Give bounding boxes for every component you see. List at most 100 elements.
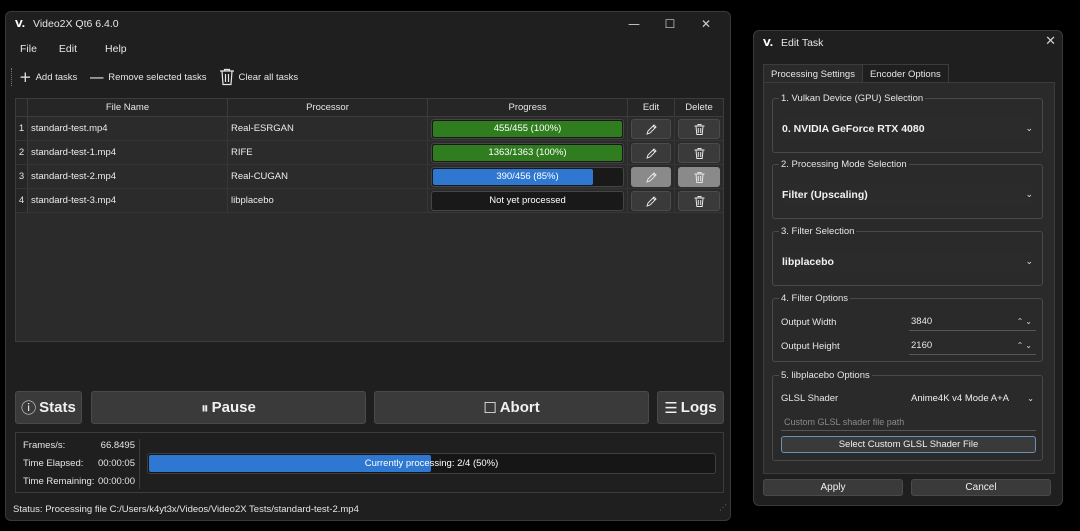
toolbar-grip[interactable] [11, 68, 13, 86]
elapsed-label: Time Elapsed: [23, 458, 84, 469]
file-name-cell[interactable]: standard-test-3.mp4 [28, 189, 228, 212]
custom-shader-path-input[interactable]: Custom GLSL shader file path [781, 413, 1036, 431]
menu-help[interactable]: Help [105, 40, 127, 60]
stats-button[interactable]: ⓘ Stats [15, 391, 82, 424]
dialog-close-button[interactable]: ✕ [1045, 34, 1056, 49]
table-row[interactable]: 4 standard-test-3.mp4 libplacebo Not yet… [16, 189, 723, 213]
file-name-cell[interactable]: standard-test-2.mp4 [28, 165, 228, 188]
processor-cell[interactable]: Real-ESRGAN [228, 117, 428, 140]
table-row[interactable]: 3 standard-test-2.mp4 Real-CUGAN 390/456… [16, 165, 723, 189]
glsl-shader-label: GLSL Shader [781, 392, 839, 404]
glsl-shader-select[interactable]: Anime4K v4 Mode A+A ⌄ [909, 389, 1036, 407]
plus-icon: + [19, 67, 32, 86]
row-number-header [16, 99, 28, 116]
apply-button[interactable]: Apply [763, 479, 903, 496]
delete-cell [675, 189, 723, 212]
output-height-spinbox[interactable]: 2160 ⌃⌄ [909, 337, 1036, 355]
file-name-cell[interactable]: standard-test-1.mp4 [28, 141, 228, 164]
trash-icon [694, 123, 704, 135]
file-name-cell[interactable]: standard-test.mp4 [28, 117, 228, 140]
table-row[interactable]: 1 standard-test.mp4 Real-ESRGAN 455/455 … [16, 117, 723, 141]
add-tasks-label: Add tasks [35, 71, 78, 83]
action-buttons: ⓘ Stats ⏸ Pause ☐ Abort ☰ Logs [15, 391, 724, 424]
info-icon: ⓘ [21, 399, 37, 417]
select-custom-shader-button[interactable]: Select Custom GLSL Shader File [781, 436, 1036, 453]
output-width-label: Output Width [781, 316, 837, 328]
processing-settings-panel: 1. Vulkan Device (GPU) Selection 0. NVID… [763, 82, 1055, 474]
task-progress-bar: 455/455 (100%) [431, 119, 624, 139]
cancel-button[interactable]: Cancel [911, 479, 1051, 496]
processor-cell[interactable]: libplacebo [228, 189, 428, 212]
processor-cell[interactable]: RIFE [228, 141, 428, 164]
filter-options-legend: 4. Filter Options [779, 292, 851, 305]
trash-icon [694, 147, 704, 159]
header-progress[interactable]: Progress [428, 99, 628, 116]
edit-cell [628, 117, 675, 140]
libplacebo-options-group: 5. libplacebo Options GLSL Shader Anime4… [772, 369, 1043, 461]
delete-task-button[interactable] [678, 143, 720, 163]
minimize-button[interactable]: — [616, 12, 652, 36]
add-tasks-button[interactable]: + Add tasks [19, 67, 78, 86]
logs-button[interactable]: ☰ Logs [657, 391, 724, 424]
output-height-value: 2160 [911, 340, 933, 351]
progress-cell: 1363/1363 (100%) [428, 141, 628, 164]
filter-selection-group: 3. Filter Selection libplacebo ⌄ [772, 225, 1043, 286]
stats-label: Stats [39, 399, 76, 416]
output-height-label: Output Height [781, 340, 840, 352]
clear-all-tasks-button[interactable]: Clear all tasks [219, 68, 298, 86]
glsl-shader-row: GLSL Shader Anime4K v4 Mode A+A ⌄ [781, 389, 1036, 407]
table-row[interactable]: 2 standard-test-1.mp4 RIFE 1363/1363 (10… [16, 141, 723, 165]
tab-processing-settings[interactable]: Processing Settings [763, 64, 863, 83]
abort-button[interactable]: ☐ Abort [374, 391, 649, 424]
gpu-selection-group: 1. Vulkan Device (GPU) Selection 0. NVID… [772, 92, 1043, 153]
gpu-select[interactable]: 0. NVIDIA GeForce RTX 4080 ⌄ [782, 118, 1033, 140]
processing-mode-value: Filter (Upscaling) [782, 189, 868, 201]
delete-task-button[interactable] [678, 191, 720, 211]
edit-cell [628, 165, 675, 188]
stats-panel: Frames/s: 66.8495 Time Elapsed: 00:00:05… [15, 432, 724, 493]
header-delete[interactable]: Delete [675, 99, 723, 116]
header-processor[interactable]: Processor [228, 99, 428, 116]
edit-task-button[interactable] [631, 119, 671, 139]
overall-progress-bar: Currently processing: 2/4 (50%) [147, 453, 716, 474]
pause-label: Pause [211, 399, 256, 416]
output-width-value: 3840 [911, 316, 933, 327]
edit-task-button[interactable] [631, 143, 671, 163]
title-bar: V. Video2X Qt6 6.4.0 — ☐ ✕ [6, 12, 730, 36]
stop-icon: ☐ [483, 398, 497, 417]
tab-encoder-options[interactable]: Encoder Options [862, 64, 949, 83]
row-number: 3 [16, 165, 28, 188]
header-file-name[interactable]: File Name [28, 99, 228, 116]
remove-selected-tasks-button[interactable]: — Remove selected tasks [89, 69, 206, 85]
fps-row: Frames/s: 66.8495 [23, 440, 135, 451]
lines-icon: ☰ [664, 398, 678, 417]
menu-file[interactable]: File [20, 40, 37, 60]
spin-arrows-icon[interactable]: ⌃⌄ [1017, 341, 1034, 350]
pause-button[interactable]: ⏸ Pause [91, 391, 366, 424]
remaining-row: Time Remaining: 00:00:00 [23, 476, 135, 487]
row-number: 4 [16, 189, 28, 212]
processing-mode-select[interactable]: Filter (Upscaling) ⌄ [782, 184, 1033, 206]
delete-task-button[interactable] [678, 167, 720, 187]
header-edit[interactable]: Edit [628, 99, 675, 116]
overall-progress-text: Currently processing: 2/4 (50%) [364, 458, 499, 469]
progress-text: Not yet processed [489, 195, 566, 206]
output-width-spinbox[interactable]: 3840 ⌃⌄ [909, 313, 1036, 331]
menu-edit[interactable]: Edit [59, 40, 77, 60]
spin-arrows-icon[interactable]: ⌃⌄ [1017, 317, 1034, 326]
delete-task-button[interactable] [678, 119, 720, 139]
chevron-down-icon: ⌄ [1025, 124, 1033, 134]
filter-select[interactable]: libplacebo ⌄ [782, 251, 1033, 273]
close-button[interactable]: ✕ [688, 12, 724, 36]
remaining-value: 00:00:00 [98, 476, 135, 487]
resize-grip-icon[interactable]: ⋰ [719, 498, 727, 518]
gpu-selection-legend: 1. Vulkan Device (GPU) Selection [779, 92, 926, 105]
maximize-button[interactable]: ☐ [652, 12, 688, 36]
progress-text: 455/455 (100%) [493, 123, 562, 134]
filter-selection-legend: 3. Filter Selection [779, 225, 857, 238]
edit-task-button[interactable] [631, 191, 671, 211]
progress-cell: 455/455 (100%) [428, 117, 628, 140]
libplacebo-options-legend: 5. libplacebo Options [779, 369, 872, 382]
processor-cell[interactable]: Real-CUGAN [228, 165, 428, 188]
edit-task-button[interactable] [631, 167, 671, 187]
